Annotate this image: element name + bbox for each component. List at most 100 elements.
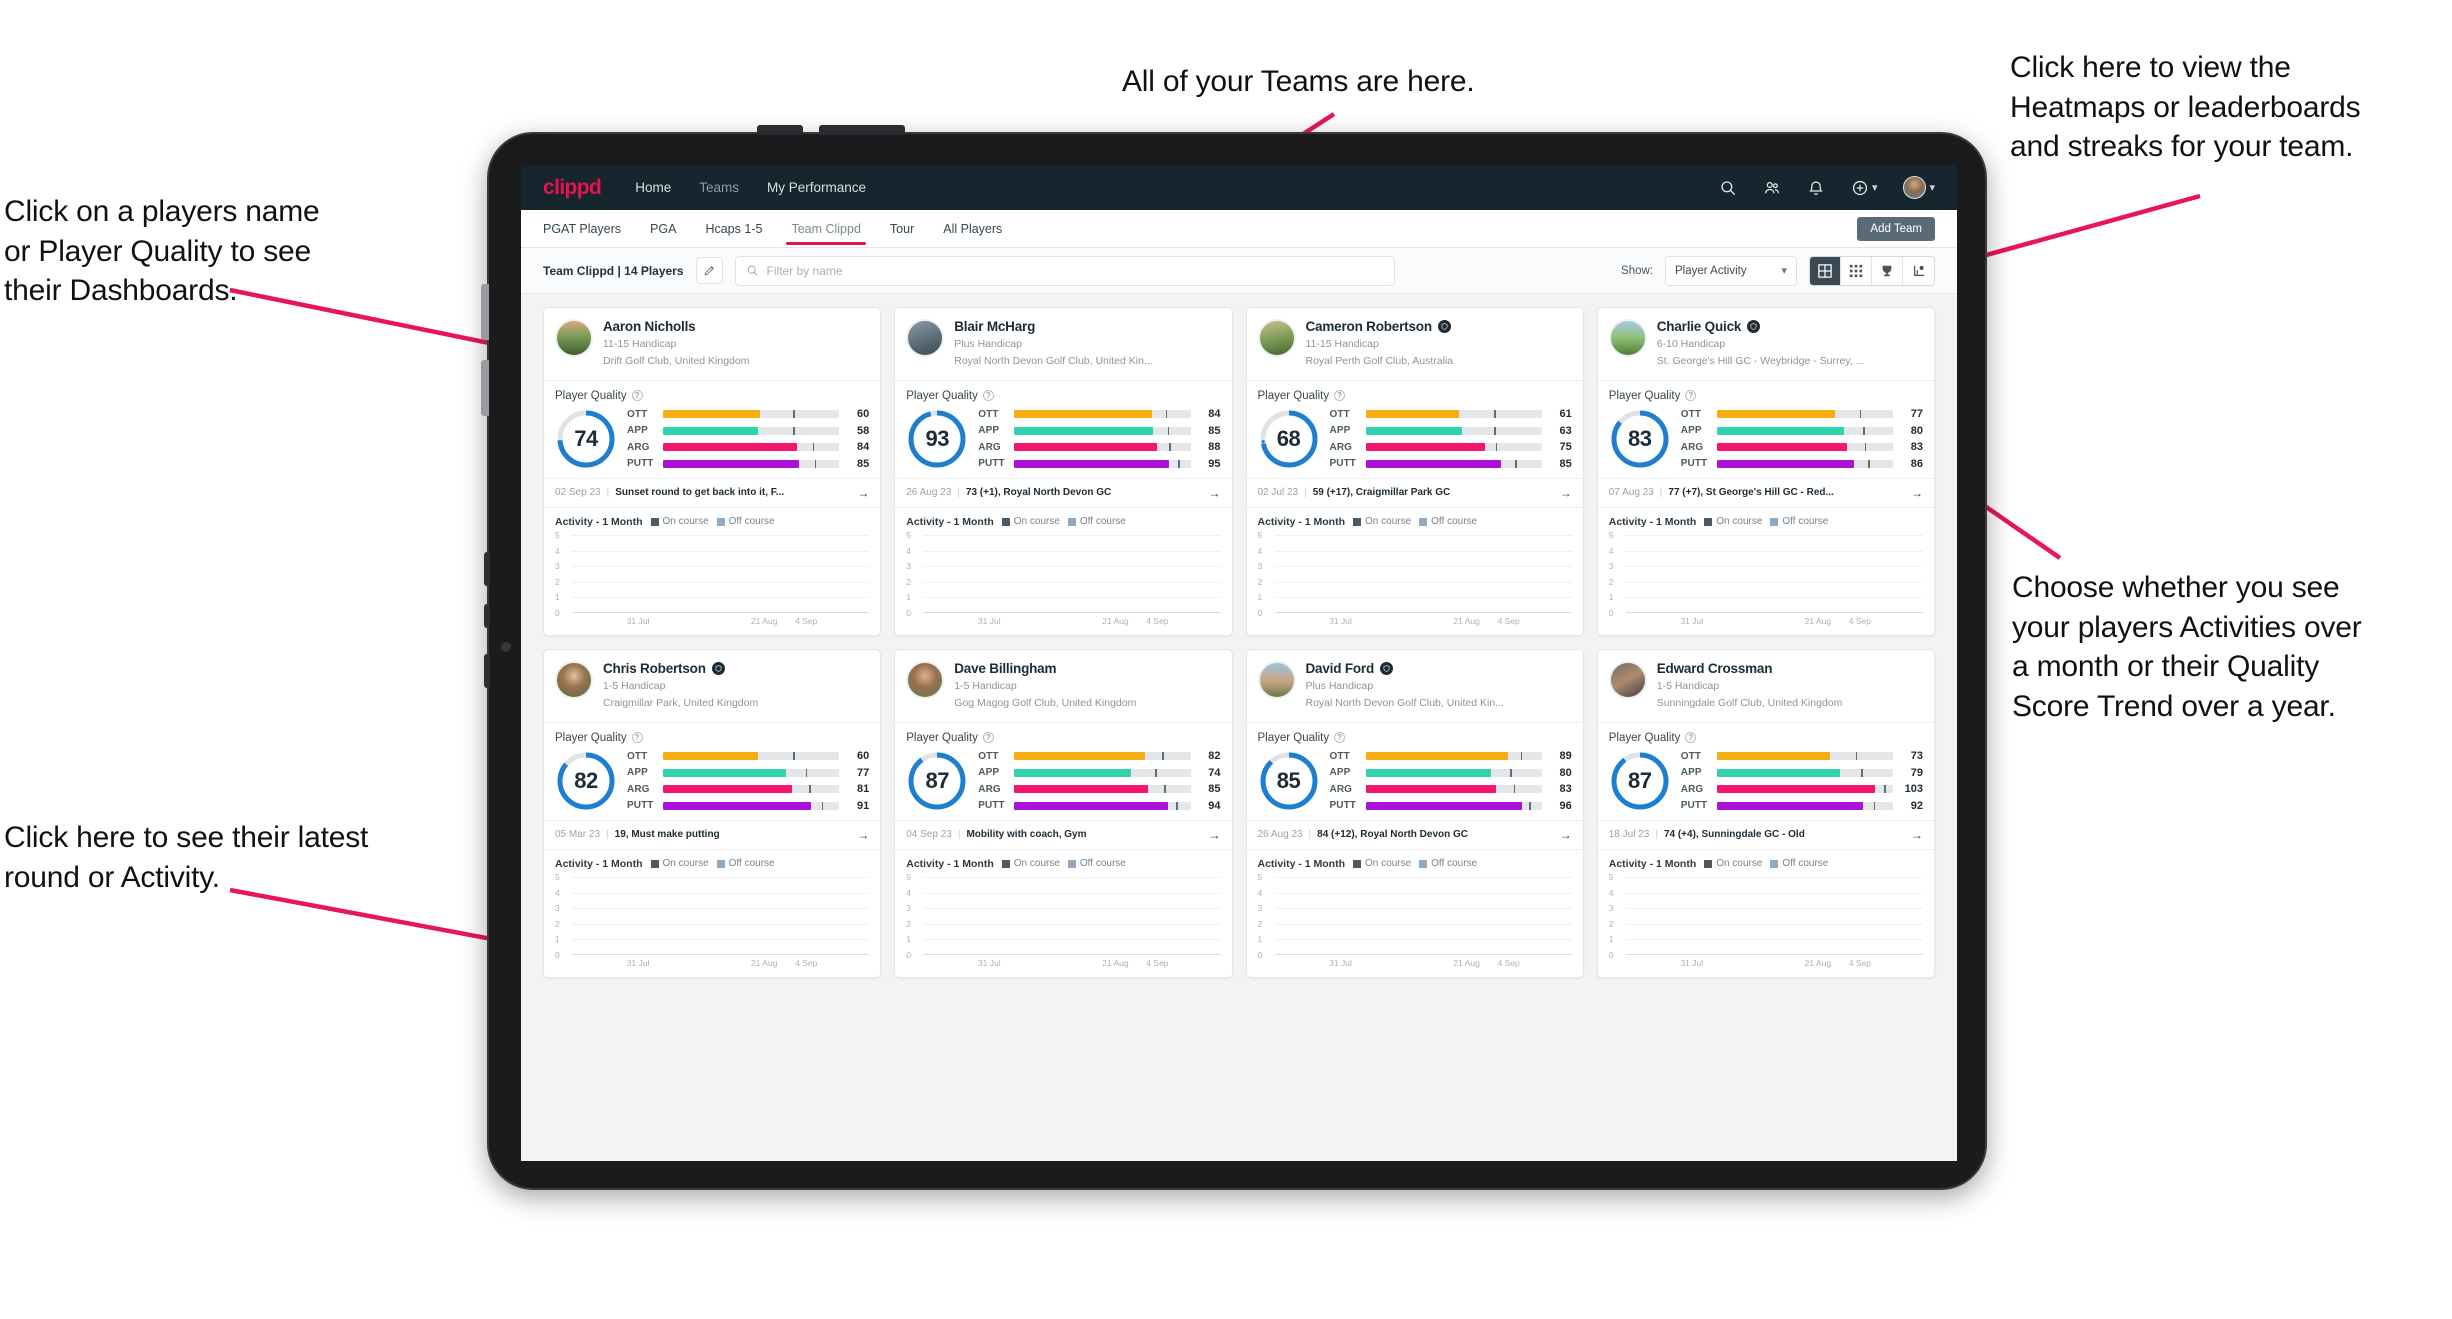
latest-round-row[interactable]: 02 Sep 23 | Sunset round to get back int… [544,477,881,508]
player-name[interactable]: Cameron Robertson [1306,319,1433,334]
latest-round-row[interactable]: 04 Sep 23 | Mobility with coach, Gym → [895,819,1232,850]
x-tick: 31 Jul [1329,615,1352,626]
help-icon[interactable]: ? [982,390,994,402]
arrow-right-icon[interactable]: → [1209,486,1221,500]
player-header[interactable]: Charlie Quick 6-10 Handicap St. George's… [1597,308,1934,381]
arrow-right-icon[interactable]: → [1911,828,1923,842]
latest-round-row[interactable]: 26 Aug 23 | 73 (+1), Royal North Devon G… [895,477,1232,508]
tab-team-clippd[interactable]: Team Clippd [786,212,867,245]
player-name-row[interactable]: Dave Billingham [954,661,1136,676]
player-header[interactable]: David Ford Plus Handicap Royal North Dev… [1246,650,1583,723]
player-name-row[interactable]: Charlie Quick [1657,319,1865,334]
add-menu[interactable]: ▾ [1851,179,1877,197]
arrow-right-icon[interactable]: → [1911,486,1923,500]
latest-round-row[interactable]: 18 Jul 23 | 74 (+4), Sunningdale GC - Ol… [1597,819,1934,850]
help-icon[interactable]: ? [631,390,643,402]
avatar[interactable] [1903,176,1927,199]
tab-all-players[interactable]: All Players [943,212,1002,245]
player-name-row[interactable]: Cameron Robertson [1306,319,1454,334]
player-name-row[interactable]: David Ford [1306,661,1504,676]
nav-link-teams[interactable]: Teams [699,180,739,195]
help-icon[interactable]: ? [631,732,643,744]
bell-icon[interactable] [1807,179,1825,197]
player-header[interactable]: Cameron Robertson 11-15 Handicap Royal P… [1246,308,1583,381]
player-quality-section[interactable]: Player Quality ? 83 OTT 77 APP 80 ARG 83… [1598,381,1934,478]
player-name[interactable]: Aaron Nicholls [603,319,696,334]
player-name[interactable]: Blair McHarg [954,319,1035,334]
pencil-icon[interactable] [695,257,723,284]
profile-menu[interactable]: ▾ [1903,176,1935,199]
legend-swatch-on-course [650,517,659,526]
tab-tour[interactable]: Tour [890,212,914,245]
clippd-logo[interactable]: clippd [543,176,602,200]
help-icon[interactable]: ? [982,732,994,744]
nav-link-my-performance[interactable]: My Performance [767,180,866,195]
player-handicap: 11-15 Handicap [603,338,677,350]
y-tick: 2 [1608,576,1614,587]
arrow-right-icon[interactable]: → [857,828,869,842]
x-axis [923,611,1221,613]
tab-hcaps-1-5[interactable]: Hcaps 1-5 [705,212,762,245]
help-icon[interactable]: ? [1685,732,1697,744]
player-quality-section[interactable]: Player Quality ? 82 OTT 60 APP 77 ARG 81… [544,723,880,820]
arrow-right-icon[interactable]: → [1560,486,1572,500]
player-card[interactable]: Edward Crossman 1-5 Handicap Sunningdale… [1596,648,1935,978]
grid-large-icon[interactable] [1810,256,1841,285]
player-quality-section[interactable]: Player Quality ? 93 OTT 84 APP 85 ARG 88… [895,381,1231,478]
player-card[interactable]: Charlie Quick 6-10 Handicap St. George's… [1596,307,1935,636]
help-icon[interactable]: ? [1685,390,1697,402]
add-team-button[interactable]: Add Team [1857,216,1935,241]
player-name[interactable]: David Ford [1306,661,1375,676]
metric-value: 96 [1559,799,1572,812]
people-icon[interactable] [1763,179,1781,197]
player-card[interactable]: Blair McHarg Plus Handicap Royal North D… [894,307,1233,636]
trophy-icon[interactable] [1872,256,1903,285]
player-quality-section[interactable]: Player Quality ? 74 OTT 60 APP 58 ARG 84… [544,381,880,478]
y-tick: 4 [1257,545,1263,556]
tablet-camera [501,642,511,652]
player-quality-section[interactable]: Player Quality ? 87 OTT 73 APP 79 ARG 10… [1598,723,1934,820]
player-header[interactable]: Edward Crossman 1-5 Handicap Sunningdale… [1597,650,1934,723]
tab-pga[interactable]: PGA [650,212,676,245]
nav-link-home[interactable]: Home [635,180,671,195]
grid-small-icon[interactable] [1841,256,1872,285]
latest-round-row[interactable]: 26 Aug 23 | 84 (+12), Royal North Devon … [1246,819,1583,850]
show-select[interactable]: Player Activity ▾ [1665,255,1797,286]
tab-pgat-players[interactable]: PGAT Players [543,212,621,245]
player-quality-section[interactable]: Player Quality ? 87 OTT 82 APP 74 ARG 85… [895,723,1231,820]
latest-round-row[interactable]: 02 Jul 23 | 59 (+17), Craigmillar Park G… [1246,477,1583,508]
player-name[interactable]: Edward Crossman [1657,661,1773,676]
heatmap-icon[interactable] [1903,257,1934,285]
player-card[interactable]: Dave Billingham 1-5 Handicap Gog Magog G… [894,648,1233,978]
arrow-right-icon[interactable]: → [857,486,869,500]
player-name[interactable]: Chris Robertson [603,661,706,676]
player-header[interactable]: Chris Robertson 1-5 Handicap Craigmillar… [544,650,881,723]
player-name-row[interactable]: Edward Crossman [1657,661,1843,676]
player-name[interactable]: Charlie Quick [1657,319,1742,334]
metric-row: PUTT 86 [1681,458,1923,470]
quality-score-ring: 93 [906,408,968,470]
player-card[interactable]: Cameron Robertson 11-15 Handicap Royal P… [1245,307,1584,636]
player-name-row[interactable]: Blair McHarg [954,319,1152,334]
help-icon[interactable]: ? [1334,732,1346,744]
player-name-row[interactable]: Aaron Nicholls [603,319,749,334]
player-card[interactable]: David Ford Plus Handicap Royal North Dev… [1245,648,1584,978]
player-card[interactable]: Aaron Nicholls 11-15 Handicap Drift Golf… [543,307,882,636]
arrow-right-icon[interactable]: → [1560,828,1572,842]
player-header[interactable]: Dave Billingham 1-5 Handicap Gog Magog G… [895,650,1232,723]
search-input[interactable]: Filter by name [734,255,1395,286]
arrow-right-icon[interactable]: → [1209,828,1221,842]
latest-round-row[interactable]: 07 Aug 23 | 77 (+7), St George's Hill GC… [1597,477,1934,508]
player-header[interactable]: Blair McHarg Plus Handicap Royal North D… [895,308,1232,381]
plus-circle-icon[interactable] [1851,179,1869,197]
tablet-volume-mid [484,604,490,628]
latest-round-row[interactable]: 05 Mar 23 | 19, Must make putting → [544,819,881,850]
player-name[interactable]: Dave Billingham [954,661,1056,676]
player-header[interactable]: Aaron Nicholls 11-15 Handicap Drift Golf… [544,308,881,381]
search-icon[interactable] [1719,179,1737,197]
player-name-row[interactable]: Chris Robertson [603,661,758,676]
player-quality-section[interactable]: Player Quality ? 68 OTT 61 APP 63 ARG 75… [1247,381,1583,478]
player-quality-section[interactable]: Player Quality ? 85 OTT 89 APP 80 ARG 83… [1247,723,1583,820]
help-icon[interactable]: ? [1334,390,1346,402]
player-card[interactable]: Chris Robertson 1-5 Handicap Craigmillar… [543,648,882,978]
